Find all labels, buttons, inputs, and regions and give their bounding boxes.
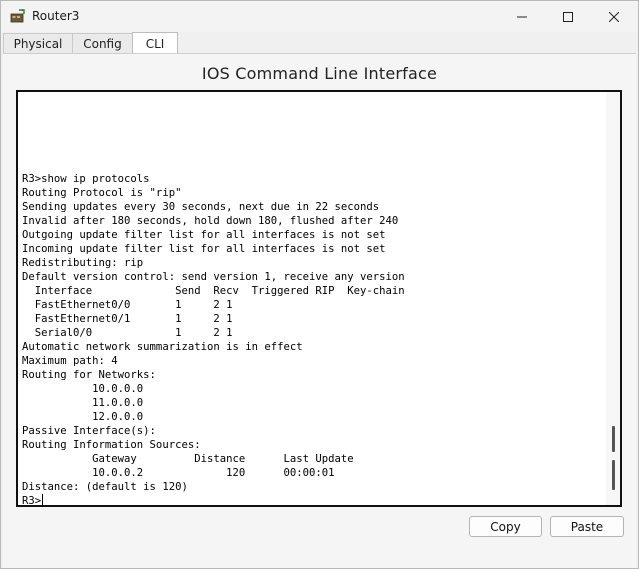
- terminal-output: R3>show ip protocols Routing Protocol is …: [22, 172, 405, 508]
- terminal-line: R3>show ip protocols: [22, 173, 150, 185]
- window-title: Router3: [32, 9, 80, 23]
- terminal-line: 12.0.0.0: [22, 411, 144, 423]
- panel-title: IOS Command Line Interface: [201, 64, 438, 83]
- title-bar[interactable]: Router3: [1, 1, 638, 32]
- terminal-line: Gateway Distance Last Update: [22, 453, 354, 465]
- router3-window: Router3 Physical Config CLI IOS Command …: [0, 0, 639, 569]
- close-button[interactable]: [591, 1, 637, 32]
- tab-config[interactable]: Config: [72, 33, 133, 53]
- paste-button[interactable]: Paste: [550, 516, 624, 537]
- minimize-icon: [517, 16, 527, 17]
- terminal-line: Automatic network summarization is in ef…: [22, 341, 303, 353]
- terminal-line: Interface Send Recv Triggered RIP Key-ch…: [22, 285, 405, 297]
- terminal-line: Serial0/0 1 2 1: [22, 327, 233, 339]
- router-icon: [10, 8, 26, 24]
- close-icon: [609, 11, 619, 22]
- cli-panel: IOS Command Line Interface R3>show ip pr…: [3, 53, 636, 568]
- terminal-line: 10.0.0.2 120 00:00:01: [22, 467, 335, 479]
- terminal-line: Redistributing: rip: [22, 257, 144, 269]
- terminal-line: Invalid after 180 seconds, hold down 180…: [22, 215, 399, 227]
- terminal-line: Distance: (default is 120): [22, 481, 188, 493]
- copy-button[interactable]: Copy: [469, 516, 542, 537]
- terminal-line: Incoming update filter list for all inte…: [22, 243, 386, 255]
- minimize-button[interactable]: [499, 1, 545, 32]
- tab-cli[interactable]: CLI: [132, 32, 178, 54]
- terminal-line: Outgoing update filter list for all inte…: [22, 229, 386, 241]
- scrollbar-thumb[interactable]: [612, 460, 615, 490]
- terminal-line: Passive Interface(s):: [22, 425, 156, 437]
- terminal-line: FastEthernet0/1 1 2 1: [22, 313, 233, 325]
- terminal-line: Routing Information Sources:: [22, 439, 201, 451]
- tab-physical[interactable]: Physical: [3, 33, 73, 53]
- terminal-scrollbar[interactable]: [606, 92, 620, 505]
- scrollbar-thumb[interactable]: [612, 426, 615, 452]
- text-cursor: [42, 494, 44, 506]
- terminal-line: Default version control: send version 1,…: [22, 271, 405, 283]
- terminal-lines: R3>show ip protocols Routing Protocol is …: [22, 172, 405, 494]
- terminal-line: Routing for Networks:: [22, 369, 156, 381]
- terminal-line: Sending updates every 30 seconds, next d…: [22, 201, 380, 213]
- terminal-line: 10.0.0.0: [22, 383, 144, 395]
- terminal-prompt: R3>: [22, 495, 42, 507]
- cli-terminal[interactable]: R3>show ip protocols Routing Protocol is …: [16, 90, 622, 507]
- terminal-line: FastEthernet0/0 1 2 1: [22, 299, 233, 311]
- terminal-line: Maximum path: 4: [22, 355, 118, 367]
- maximize-button[interactable]: [545, 1, 591, 32]
- terminal-prompt-line[interactable]: R3>: [22, 494, 405, 508]
- terminal-line: Routing Protocol is "rip": [22, 187, 182, 199]
- terminal-line: 11.0.0.0: [22, 397, 144, 409]
- maximize-icon: [563, 11, 573, 22]
